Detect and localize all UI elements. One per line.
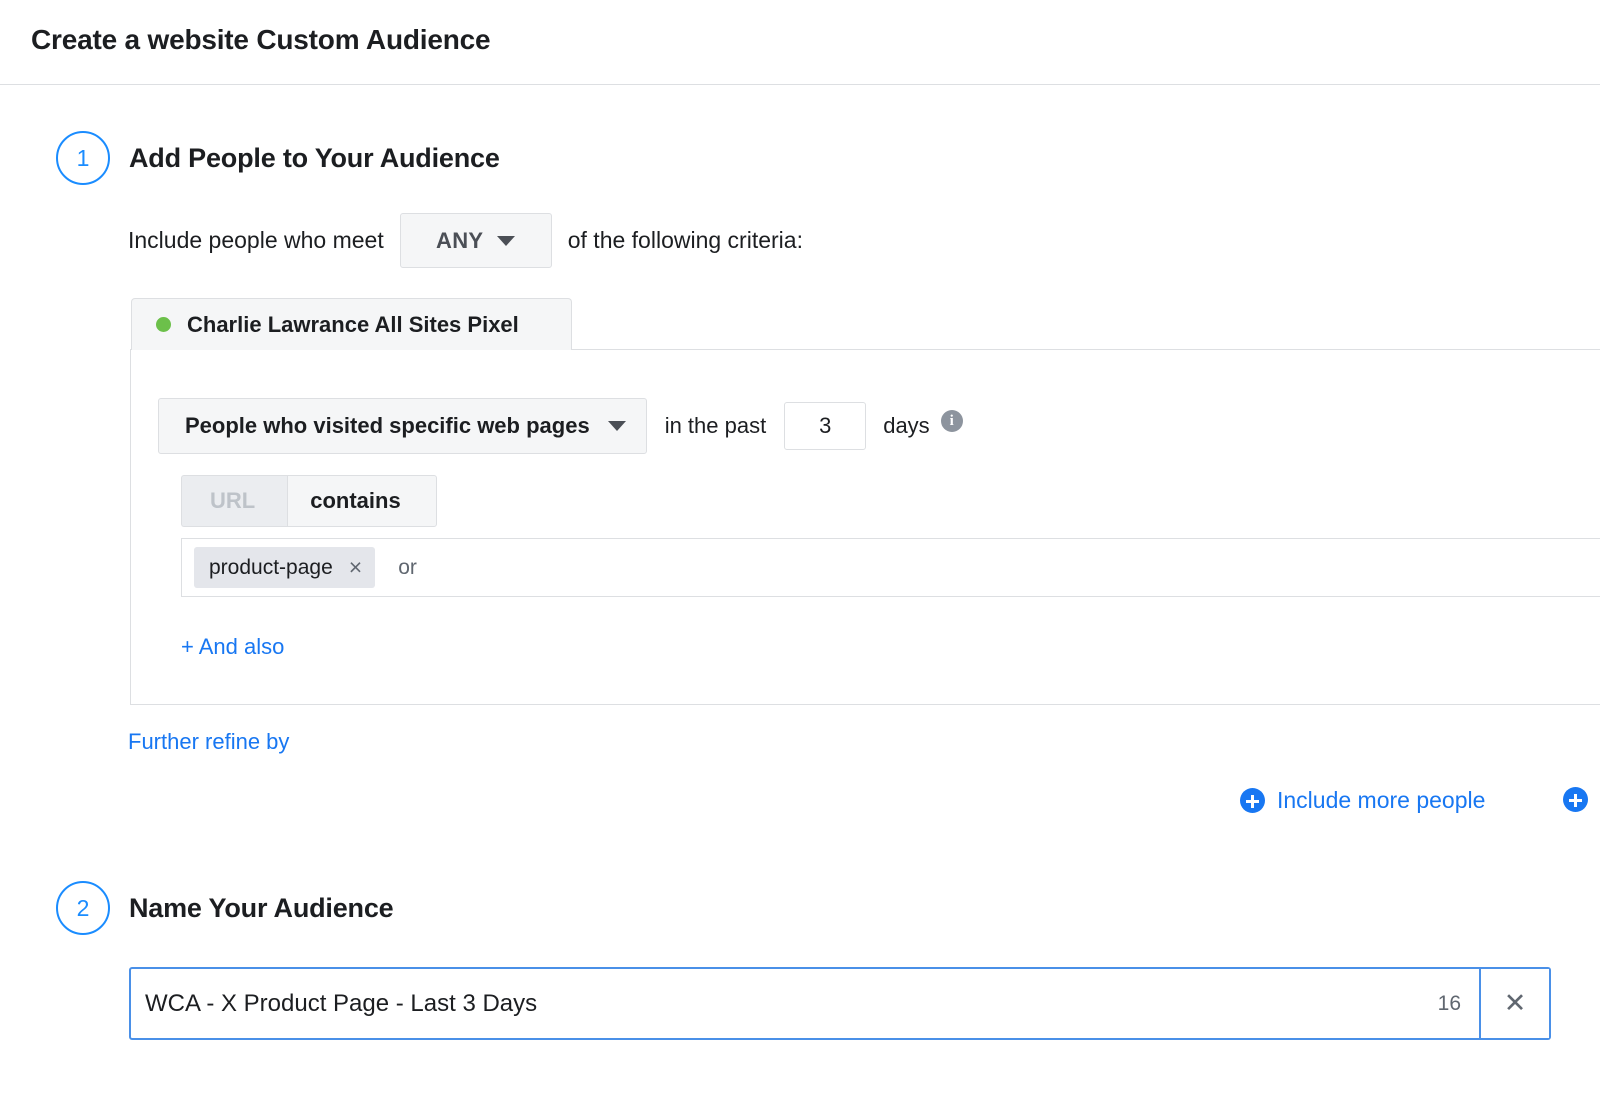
rule-row: People who visited specific web pages in… — [158, 398, 963, 454]
event-type-value: People who visited specific web pages — [185, 413, 590, 438]
page-title: Create a website Custom Audience — [31, 24, 491, 55]
step-2-title: Name Your Audience — [129, 892, 394, 923]
keyword-token-label: product-page — [209, 555, 333, 579]
criteria-match-line: Include people who meet ANY of the follo… — [128, 213, 803, 268]
include-more-people-label: Include more people — [1277, 787, 1486, 813]
include-more-people-button[interactable]: Include more people — [1240, 787, 1485, 814]
character-count-label: 16 — [1437, 991, 1461, 1015]
pixel-source-label: Charlie Lawrance All Sites Pixel — [187, 311, 519, 337]
step-1-number: 1 — [56, 131, 110, 185]
url-match-row: URL contains — [181, 475, 437, 527]
pixel-status-dot-icon — [156, 317, 171, 332]
close-icon[interactable]: × — [349, 556, 362, 579]
event-type-dropdown[interactable]: People who visited specific web pages — [158, 398, 647, 454]
audience-name-field: 16 ✕ — [129, 967, 1551, 1040]
or-separator-label: or — [398, 555, 417, 579]
url-keyword-input[interactable]: product-page × or — [181, 538, 1600, 597]
and-also-link[interactable]: + And also — [181, 634, 284, 660]
plus-circle-icon — [1240, 788, 1265, 813]
chevron-down-icon — [607, 421, 626, 431]
step-1-heading: 1 Add People to Your Audience — [56, 131, 500, 185]
exclude-people-button[interactable] — [1563, 787, 1600, 812]
retention-days-input[interactable] — [784, 402, 867, 450]
retention-suffix-label: days — [883, 413, 930, 438]
step-2-heading: 2 Name Your Audience — [56, 881, 394, 935]
url-operator-dropdown[interactable]: contains — [287, 475, 437, 527]
plus-circle-icon — [1563, 787, 1588, 812]
criteria-prefix-label: Include people who meet — [128, 227, 384, 253]
further-refine-link[interactable]: Further refine by — [128, 729, 289, 755]
url-field-value: URL — [210, 488, 256, 513]
clear-name-button[interactable]: ✕ — [1479, 969, 1549, 1038]
keyword-token[interactable]: product-page × — [194, 547, 376, 588]
audience-name-input[interactable] — [131, 969, 1438, 1038]
pixel-source-dropdown[interactable]: Charlie Lawrance All Sites Pixel — [131, 298, 572, 350]
criteria-suffix-label: of the following criteria: — [567, 227, 803, 253]
url-operator-value: contains — [310, 488, 401, 513]
info-icon[interactable]: i — [940, 410, 963, 432]
match-operator-value: ANY — [436, 227, 484, 253]
step-2-number: 2 — [56, 881, 110, 935]
page-header: Create a website Custom Audience — [0, 0, 1600, 85]
step-1-title: Add People to Your Audience — [129, 142, 500, 173]
match-operator-dropdown[interactable]: ANY — [399, 213, 552, 268]
retention-prefix-label: in the past — [664, 413, 767, 438]
chevron-down-icon — [497, 235, 516, 246]
url-field-dropdown[interactable]: URL — [181, 475, 288, 527]
